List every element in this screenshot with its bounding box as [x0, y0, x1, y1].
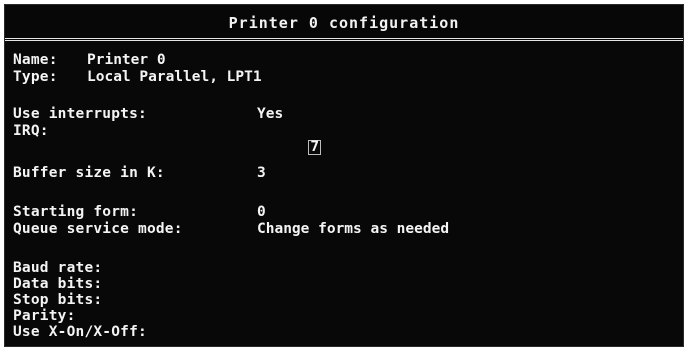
window-title: Printer 0 configuration — [228, 14, 460, 32]
use-xon-xoff-label: Use X-On/X-Off: — [13, 324, 147, 340]
baud-rate-label: Baud rate: — [13, 260, 103, 276]
title-bar: Printer 0 configuration — [5, 5, 683, 41]
use-interrupts-field[interactable]: Yes — [257, 106, 283, 122]
use-interrupts-label: Use interrupts: — [13, 106, 147, 122]
starting-form-label: Starting form: — [13, 204, 139, 220]
name-label: Name: — [13, 52, 58, 68]
name-value: Printer 0 — [87, 52, 166, 68]
stop-bits-label: Stop bits: — [13, 292, 103, 308]
printer-configuration-window: Printer 0 configuration Name: Printer 0 … — [4, 4, 684, 347]
screen: Printer 0 configuration Name: Printer 0 … — [0, 0, 687, 353]
starting-form-field[interactable]: 0 — [257, 204, 266, 220]
queue-service-mode-label: Queue service mode: — [13, 221, 183, 237]
irq-field[interactable]: 7 — [256, 123, 322, 171]
irq-value: 7 — [308, 139, 322, 155]
buffer-size-field[interactable]: 3 — [257, 165, 266, 181]
queue-service-mode-field[interactable]: Change forms as needed — [257, 221, 449, 237]
type-label: Type: — [13, 69, 58, 85]
type-value: Local Parallel, LPT1 — [87, 69, 262, 85]
parity-label: Parity: — [13, 308, 76, 324]
buffer-size-label: Buffer size in K: — [13, 165, 165, 181]
data-bits-label: Data bits: — [13, 276, 103, 292]
irq-label: IRQ: — [13, 123, 49, 139]
